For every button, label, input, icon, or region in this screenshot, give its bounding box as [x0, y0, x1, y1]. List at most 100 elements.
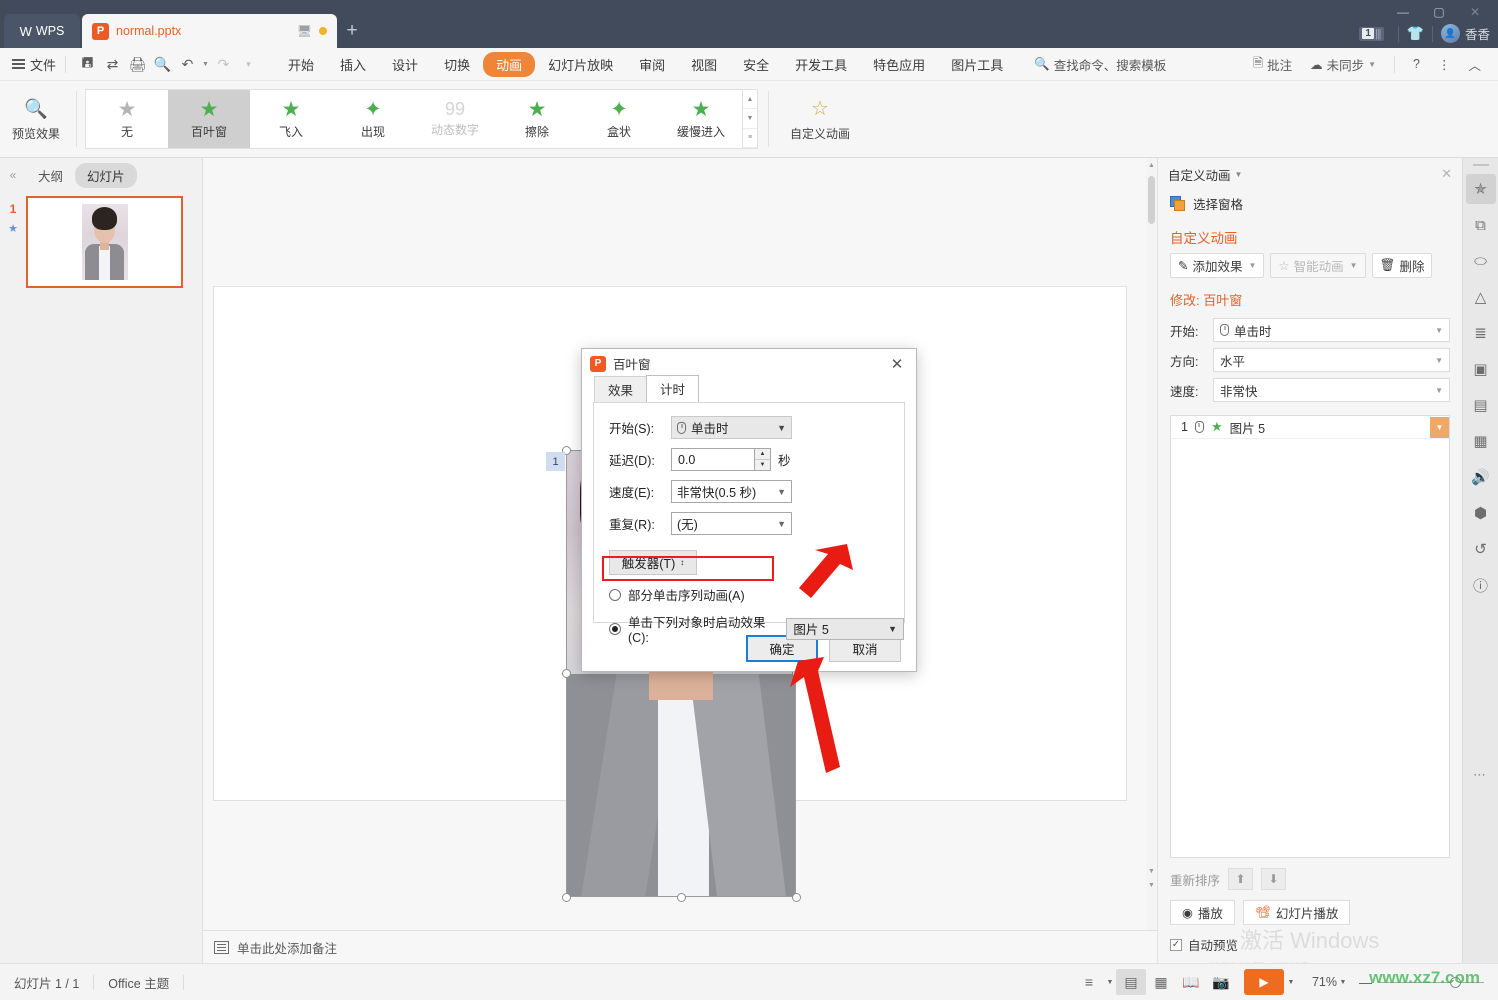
- print-icon[interactable]: 🖨: [125, 52, 150, 77]
- chevron-down-icon[interactable]: ▼: [1235, 170, 1243, 179]
- menu-item-review[interactable]: 审阅: [626, 52, 678, 77]
- help-icon[interactable]: ⓘ: [1466, 570, 1496, 600]
- gallery-scroll-up[interactable]: ▲: [743, 90, 757, 110]
- delay-input[interactable]: 0.0: [671, 448, 754, 471]
- menu-item-design[interactable]: 设计: [379, 52, 431, 77]
- trigger-button[interactable]: 触发器(T) ↕: [609, 550, 697, 575]
- slide-sorter-icon[interactable]: ▦: [1146, 969, 1176, 995]
- resize-handle-sw[interactable]: [562, 893, 571, 902]
- anim-item-wipe[interactable]: ★ 擦除: [496, 90, 578, 148]
- quick-access-more-icon[interactable]: ▾: [236, 52, 261, 77]
- shape-replace-icon[interactable]: ⧉: [1466, 210, 1496, 240]
- image-group-icon[interactable]: ▣: [1466, 354, 1496, 384]
- menu-item-view[interactable]: 视图: [678, 52, 730, 77]
- animation-order-tag[interactable]: 1: [546, 452, 565, 471]
- anim-item-none[interactable]: ★ 无: [86, 90, 168, 148]
- trigger-object-dropdown[interactable]: 图片 5 ▼: [786, 617, 904, 640]
- speed-dropdown[interactable]: 非常快(0.5 秒) ▼: [671, 480, 792, 503]
- shape-icon[interactable]: ⬭: [1466, 246, 1496, 276]
- close-panel-button[interactable]: ✕: [1441, 166, 1452, 182]
- maximize-button[interactable]: ▢: [1422, 2, 1456, 22]
- minimize-button[interactable]: —: [1386, 2, 1420, 22]
- anim-item-slow-entrance[interactable]: ★ 缓慢进入: [660, 90, 742, 148]
- resize-handle-se[interactable]: [792, 893, 801, 902]
- menu-item-featured-apps[interactable]: 特色应用: [860, 52, 938, 77]
- save-icon[interactable]: 🖪: [75, 52, 100, 77]
- anim-item-appear[interactable]: ✦ 出现: [332, 90, 414, 148]
- close-button[interactable]: ✕: [1458, 2, 1492, 22]
- presenter-view-icon[interactable]: 📷: [1206, 969, 1236, 995]
- anim-item-blinds[interactable]: ★ 百叶窗: [168, 90, 250, 148]
- menu-item-picture-tools[interactable]: 图片工具: [938, 52, 1016, 77]
- avatar[interactable]: 👤: [1440, 24, 1460, 43]
- radio-part-sequence[interactable]: [609, 588, 621, 601]
- animation-pane-icon[interactable]: ✯: [1465, 174, 1496, 204]
- gallery-scroll-down[interactable]: ▼: [743, 109, 757, 129]
- tab-count-badge[interactable]: 1 |||: [1359, 26, 1384, 41]
- preview-effect-button[interactable]: 🔍 预览效果: [0, 83, 72, 155]
- effect-dropdown-button[interactable]: ▼: [1430, 416, 1449, 438]
- more-options-button[interactable]: ⋮: [1429, 57, 1460, 72]
- start-select[interactable]: 单击时 ▼: [1213, 318, 1450, 342]
- file-tab-normal-pptx[interactable]: P normal.pptx 🖥: [82, 14, 337, 48]
- custom-animation-button[interactable]: ☆ 自定义动画: [783, 83, 857, 155]
- radio-option-start-on-click[interactable]: 单击下列对象时启动效果(C): 图片 5 ▼: [594, 604, 904, 645]
- collapse-panel-button[interactable]: «: [0, 168, 26, 182]
- animation-star-icon[interactable]: ★: [8, 222, 18, 235]
- reading-view-icon[interactable]: 📖: [1176, 969, 1206, 995]
- start-slideshow-button[interactable]: ▶: [1243, 969, 1284, 995]
- scroll-page-down[interactable]: ▼: [1147, 882, 1156, 889]
- menu-item-insert[interactable]: 插入: [327, 52, 379, 77]
- autopreview-checkbox[interactable]: ✓: [1170, 938, 1182, 951]
- speed-select[interactable]: 非常快 ▼: [1213, 378, 1450, 402]
- tab-slides[interactable]: 幻灯片: [75, 162, 137, 188]
- zoom-level-label[interactable]: 71%: [1312, 975, 1337, 989]
- resize-handle-w[interactable]: [562, 669, 571, 678]
- thumbnail-row-1[interactable]: 1 ★: [0, 196, 202, 288]
- notes-pane[interactable]: 单击此处添加备注: [203, 930, 1157, 963]
- chevron-down-icon[interactable]: ▼: [1249, 261, 1257, 270]
- comment-button[interactable]: 🗎 批注: [1244, 54, 1301, 75]
- spinner-up-button[interactable]: ▲: [755, 449, 770, 460]
- file-menu-button[interactable]: 文件: [12, 55, 56, 74]
- rail-more-button[interactable]: ⋯: [1473, 767, 1488, 783]
- play-button[interactable]: ◉ 播放: [1170, 900, 1235, 925]
- menu-item-slideshow[interactable]: 幻灯片放映: [535, 52, 626, 77]
- autopreview-row[interactable]: ✓ 自动预览: [1158, 925, 1462, 964]
- anim-item-flyin[interactable]: ★ 飞入: [250, 90, 332, 148]
- thumbnail-slide-1[interactable]: [26, 196, 183, 288]
- new-tab-button[interactable]: +: [337, 14, 367, 48]
- editor-vertical-scrollbar[interactable]: ▲ ▼ ▼: [1146, 158, 1157, 930]
- undo-dropdown-icon[interactable]: ▼: [200, 52, 211, 77]
- list-item[interactable]: 1 ★ 图片 5 ▼: [1171, 416, 1449, 439]
- direction-select[interactable]: 水平 ▼: [1213, 348, 1450, 372]
- picture-icon[interactable]: ▦: [1466, 426, 1496, 456]
- collapse-ribbon-button[interactable]: ︿: [1459, 55, 1490, 74]
- text-format-icon[interactable]: △: [1466, 282, 1496, 312]
- security-icon[interactable]: ⬢: [1466, 498, 1496, 528]
- selection-pane-button[interactable]: 选择窗格: [1158, 188, 1462, 219]
- menu-item-animation[interactable]: 动画: [483, 51, 536, 77]
- dialog-close-button[interactable]: ✕: [886, 355, 908, 373]
- adjust-settings-icon[interactable]: ≣: [1466, 318, 1496, 348]
- scroll-down-arrow[interactable]: ▼: [1147, 868, 1156, 875]
- cloud-share-icon[interactable]: ⇄: [100, 52, 125, 77]
- list-view-dropdown-icon[interactable]: ▼: [1104, 969, 1116, 995]
- monitor-icon[interactable]: 🖥: [297, 24, 312, 38]
- move-up-button[interactable]: ⬆: [1228, 868, 1254, 890]
- skin-theme-icon[interactable]: 👕: [1407, 25, 1424, 42]
- add-effect-button[interactable]: ✎ 添加效果 ▼: [1170, 253, 1265, 278]
- anim-item-box[interactable]: ✦ 盒状: [578, 90, 660, 148]
- help-button[interactable]: ?: [1404, 57, 1429, 71]
- menu-item-start[interactable]: 开始: [275, 52, 327, 77]
- resize-handle-s[interactable]: [677, 893, 686, 902]
- normal-view-icon[interactable]: ▤: [1115, 969, 1146, 995]
- slideshow-button[interactable]: 📽 幻灯片播放: [1242, 900, 1351, 925]
- move-down-button[interactable]: ⬇: [1261, 868, 1287, 890]
- box-icon[interactable]: ▤: [1466, 390, 1496, 420]
- slideshow-dropdown-icon[interactable]: ▼: [1284, 969, 1298, 995]
- scrollbar-thumb[interactable]: [1148, 176, 1155, 224]
- repeat-dropdown[interactable]: (无) ▼: [671, 512, 792, 535]
- zoom-dropdown-icon[interactable]: ▼: [1337, 969, 1349, 995]
- delete-effect-button[interactable]: 🗑 删除: [1371, 253, 1433, 278]
